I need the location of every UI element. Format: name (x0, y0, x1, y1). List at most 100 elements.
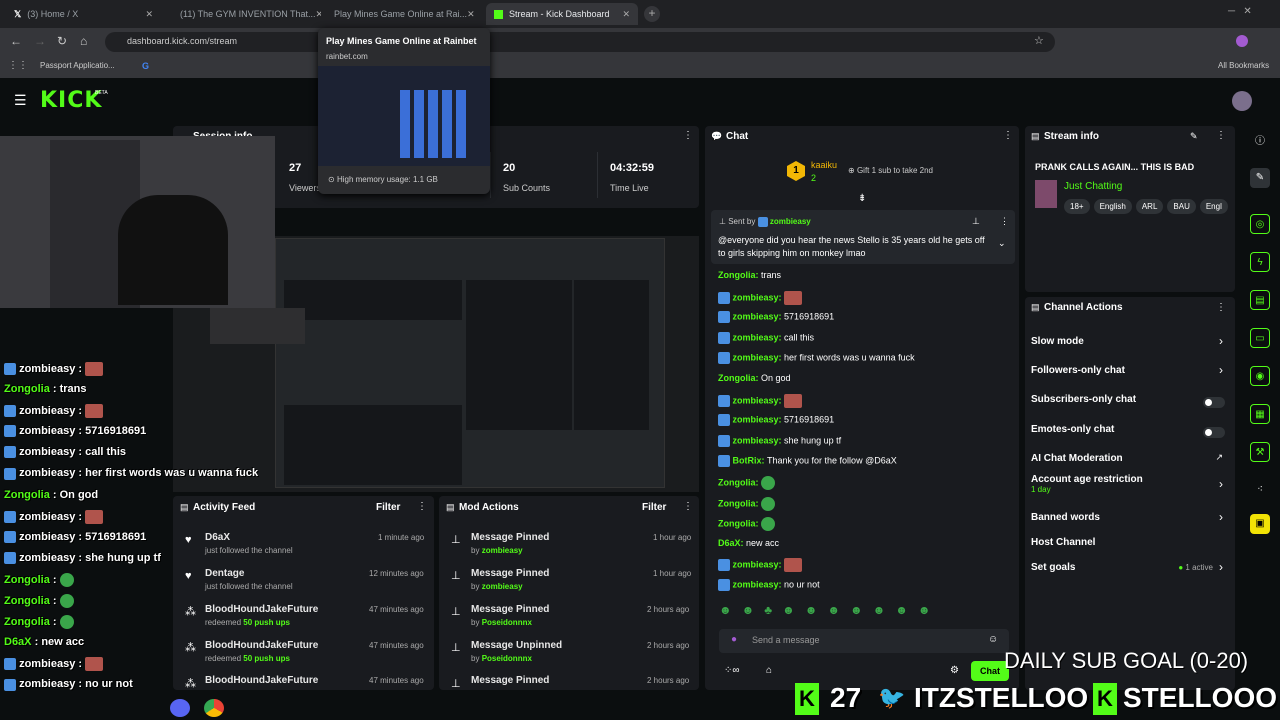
channel-action-row[interactable]: Host Channel (1031, 531, 1229, 555)
chat-username[interactable]: Zongolia (718, 477, 756, 487)
back-icon[interactable]: ← (10, 34, 22, 48)
channel-action-row[interactable]: Account age restriction 1 day › (1031, 473, 1229, 497)
google-icon[interactable]: G (142, 61, 149, 71)
category-link[interactable]: Just Chatting (1064, 181, 1122, 192)
kebab-icon[interactable]: ⋮ (683, 501, 693, 512)
edit-icon[interactable]: ✎ (1190, 131, 1198, 142)
notes-icon[interactable]: ▤ (1250, 290, 1270, 310)
chat-username[interactable]: Zongolia (718, 519, 756, 529)
channel-action-row[interactable]: Emotes-only chat (1031, 418, 1229, 442)
tag[interactable]: BAU (1167, 199, 1196, 214)
chat-username[interactable]: zombieasy (733, 435, 779, 445)
activity-name[interactable]: D6aX (205, 532, 230, 543)
user-avatar[interactable] (1232, 91, 1252, 111)
wrench-icon[interactable]: ⚒ (1250, 442, 1270, 462)
kick-logo[interactable]: KICK (40, 88, 102, 113)
activity-filter-button[interactable]: Filter (376, 502, 400, 513)
pinned-user[interactable]: zombieasy (770, 217, 811, 226)
mod-filter-button[interactable]: Filter (642, 502, 666, 513)
new-tab-button[interactable]: + (644, 6, 660, 22)
kebab-icon[interactable]: ⋮ (1000, 216, 1009, 227)
gear-icon[interactable]: ⚙ (950, 665, 959, 676)
focus-icon[interactable]: ◎ (1250, 214, 1270, 234)
channel-action-row[interactable]: Subscribers-only chat (1031, 388, 1229, 412)
tag[interactable]: 18+ (1064, 199, 1090, 214)
activity-name[interactable]: Dentage (205, 568, 244, 579)
forward-icon[interactable]: → (34, 34, 46, 48)
kebab-icon[interactable]: ⋮ (1216, 130, 1226, 141)
all-bookmarks[interactable]: All Bookmarks (1218, 61, 1269, 70)
chat-username[interactable]: zombieasy (733, 395, 779, 405)
chat-username[interactable]: zombieasy (733, 312, 779, 322)
mod-user[interactable]: Poseidonnnx (482, 654, 532, 663)
address-input[interactable]: dashboard.kick.com/stream (105, 32, 1055, 52)
mod-user[interactable]: zombieasy (482, 582, 523, 591)
bookmark-passport[interactable]: Passport Applicatio... (40, 61, 115, 70)
tab-kick-dashboard[interactable]: Stream - Kick Dashboard ✕ (486, 3, 638, 25)
tag[interactable]: ARL (1135, 199, 1164, 214)
layers-icon[interactable]: ▦ (1250, 404, 1270, 424)
profile-avatar-icon[interactable] (1236, 35, 1248, 47)
reload-icon[interactable]: ↻ (57, 34, 67, 48)
clapper-icon[interactable]: ▣ (1250, 514, 1270, 534)
mod-user[interactable]: Poseidonnnx (482, 618, 532, 627)
activity-name[interactable]: BloodHoundJakeFuture (205, 604, 318, 615)
channel-action-row[interactable]: AI Chat Moderation ↗ (1031, 447, 1229, 471)
kebab-icon[interactable]: ⋮ (1003, 130, 1013, 141)
chrome-icon[interactable] (204, 699, 224, 717)
chat-username[interactable]: Zongolia (718, 270, 756, 280)
store-icon[interactable]: ⌂ (766, 665, 772, 676)
chevron-down-icon[interactable]: ⌄ (998, 238, 1006, 249)
activity-name[interactable]: BloodHoundJakeFuture (205, 675, 318, 686)
lightning-icon[interactable]: ϟ (1250, 252, 1270, 272)
mic-icon[interactable]: ● (731, 634, 737, 645)
chat-username[interactable]: zombieasy (733, 560, 779, 570)
chat-tools-icon[interactable]: ⁘∞ (724, 665, 740, 676)
chat-username[interactable]: zombieasy (733, 579, 779, 589)
pin-icon[interactable]: ⊥ (972, 216, 980, 227)
chat-username[interactable]: zombieasy (733, 415, 779, 425)
tab-x-home[interactable]: 𝕏 (3) Home / X ✕ (6, 3, 161, 25)
bookmark-star-icon[interactable]: ☆ (1034, 34, 1044, 47)
kebab-icon[interactable]: ⋮ (417, 501, 427, 512)
tag[interactable]: English (1093, 199, 1132, 214)
tab-youtube[interactable]: (11) The GYM INVENTION That... ✕ (166, 3, 321, 25)
tag[interactable]: Engl (1199, 199, 1228, 214)
chat-username[interactable]: Zongolia (718, 498, 756, 508)
chat-username[interactable]: zombieasy (733, 332, 779, 342)
channel-action-row[interactable]: Banned words › (1031, 506, 1229, 530)
apps-grid-icon[interactable]: ⋮⋮ (8, 60, 28, 71)
tab-rainbet[interactable]: Play Mines Game Online at Rai... ✕ (326, 3, 481, 25)
mod-user[interactable]: zombieasy (482, 546, 523, 555)
activity-name[interactable]: BloodHoundJakeFuture (205, 640, 318, 651)
chat-username[interactable]: BotRix (733, 456, 762, 466)
emote-bar[interactable]: ☻☻♣☻☻☻☻☻☻☻ (719, 603, 1009, 623)
emoji-icon[interactable]: ☺ (988, 634, 998, 645)
chat-username[interactable]: D6aX (718, 538, 741, 548)
chat-username[interactable]: zombieasy (733, 292, 779, 302)
edit-icon[interactable]: ✎ (1250, 168, 1270, 188)
share-icon[interactable]: ⁖ (1250, 480, 1270, 500)
category-thumbnail[interactable] (1035, 180, 1057, 208)
toggle[interactable] (1203, 394, 1225, 412)
close-icon[interactable]: ✕ (622, 9, 630, 20)
chat-username[interactable]: zombieasy (733, 353, 779, 363)
broadcast-icon[interactable]: ◉ (1250, 366, 1270, 386)
discord-icon[interactable] (170, 699, 190, 717)
close-icon[interactable]: ✕ (467, 9, 475, 20)
chat-icon[interactable]: ▭ (1250, 328, 1270, 348)
menu-icon[interactable]: ☰ (14, 92, 27, 109)
gifter-name[interactable]: kaaiku (811, 160, 837, 170)
kebab-icon[interactable]: ⋮ (683, 130, 693, 141)
gift-sub-button[interactable]: ⊕ Gift 1 sub to take 2nd (848, 166, 933, 175)
channel-action-row[interactable]: Slow mode › (1031, 330, 1229, 354)
channel-action-row[interactable]: Set goals ● 1 active › (1031, 556, 1229, 580)
kebab-icon[interactable]: ⋮ (1216, 302, 1226, 313)
home-icon[interactable]: ⌂ (80, 34, 87, 48)
toggle[interactable] (1203, 424, 1225, 442)
chat-username[interactable]: Zongolia (718, 373, 756, 383)
collapse-icon[interactable]: ⇟ (858, 193, 866, 204)
window-controls[interactable]: ─ ✕ (1228, 6, 1252, 17)
close-icon[interactable]: ✕ (145, 9, 153, 20)
channel-action-row[interactable]: Followers-only chat › (1031, 359, 1229, 383)
